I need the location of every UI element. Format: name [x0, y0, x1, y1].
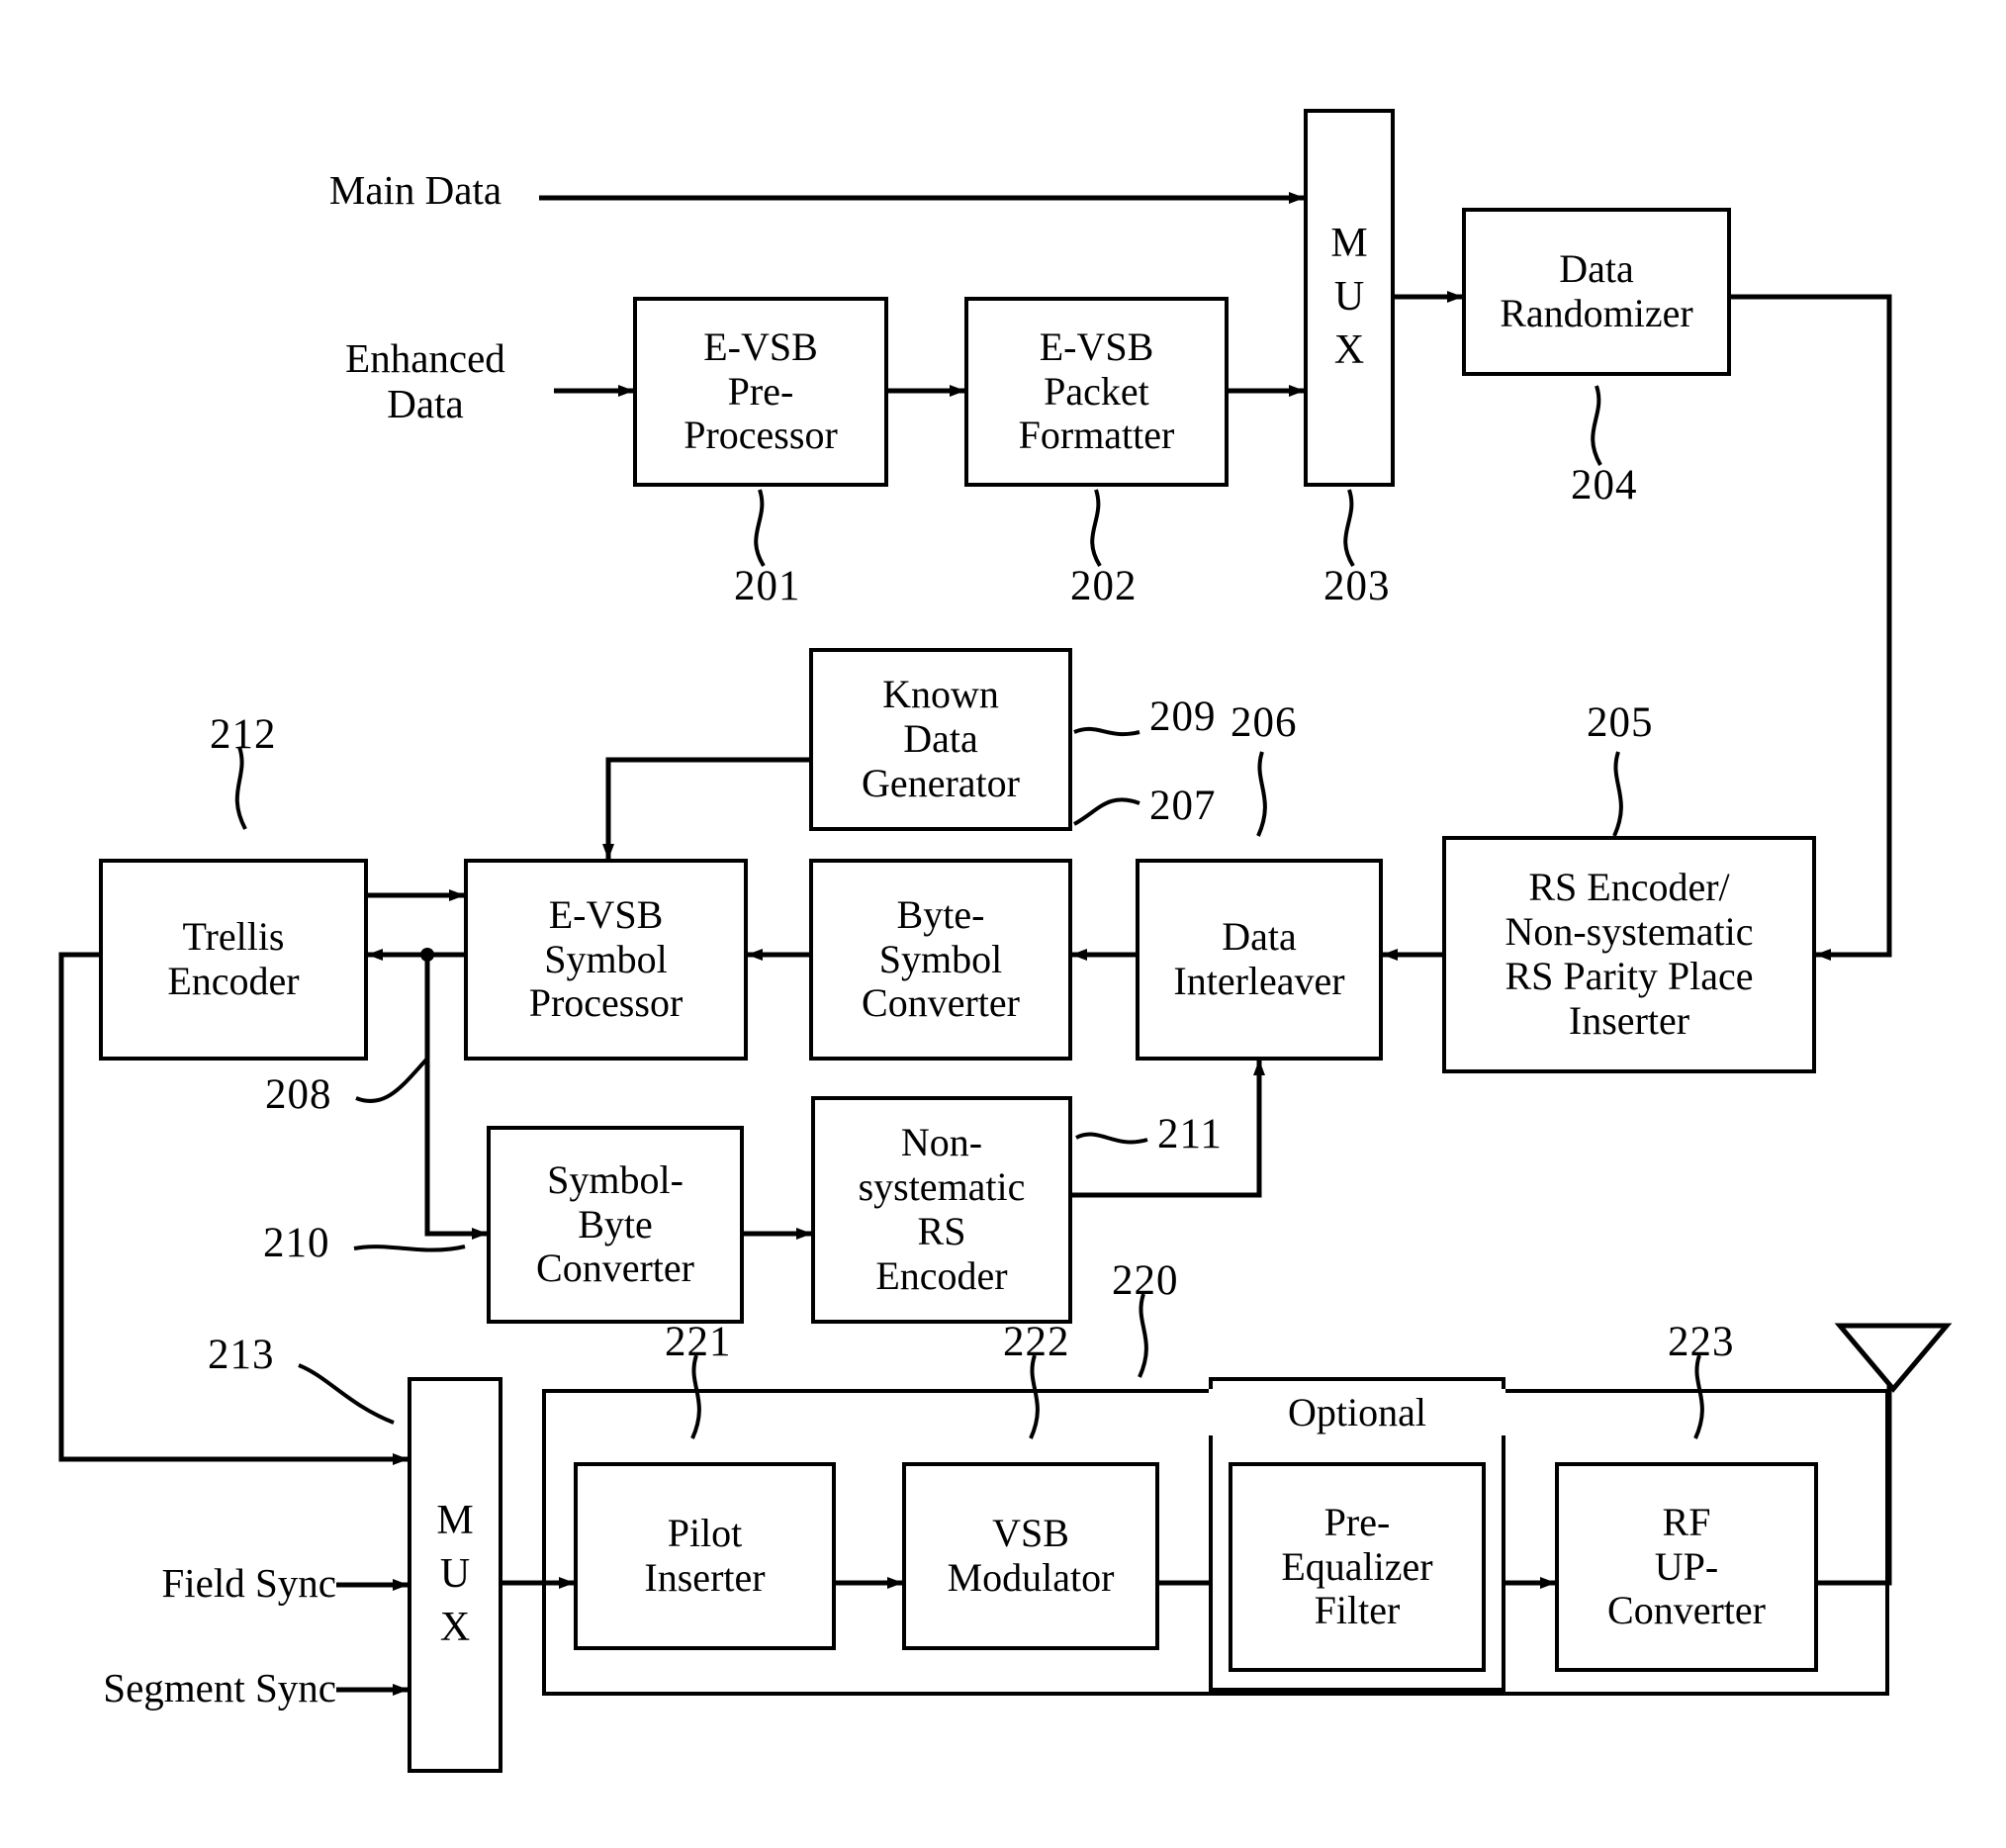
block-mux-top[interactable]: M U X	[1304, 109, 1395, 487]
ref-numeral-220: 220	[1112, 1257, 1179, 1304]
block-mux-bottom[interactable]: M U X	[408, 1377, 502, 1773]
leader-213	[298, 1363, 395, 1425]
ref-numeral-209: 209	[1149, 693, 1217, 740]
leader-212	[234, 746, 247, 830]
leader-205	[1612, 751, 1623, 837]
block-vsb-modulator[interactable]: VSB Modulator	[902, 1462, 1159, 1650]
ref-numeral-210: 210	[263, 1220, 330, 1266]
ref-numeral-223: 223	[1668, 1319, 1735, 1365]
leader-201	[754, 489, 766, 568]
block-pre-equalizer-filter[interactable]: Pre- Equalizer Filter	[1229, 1462, 1486, 1672]
block-rs-encoder-parity-inserter[interactable]: RS Encoder/ Non-systematic RS Parity Pla…	[1442, 836, 1816, 1073]
ref-numeral-206: 206	[1231, 699, 1298, 746]
leader-203	[1343, 489, 1355, 568]
block-byte-symbol-converter[interactable]: Byte- Symbol Converter	[809, 859, 1072, 1061]
ref-numeral-207: 207	[1149, 783, 1217, 829]
optional-label: Optional	[1209, 1389, 1505, 1435]
block-evsb-pre-processor[interactable]: E-VSB Pre- Processor	[633, 297, 888, 487]
ref-numeral-222: 222	[1003, 1319, 1070, 1365]
block-symbol-byte-converter[interactable]: Symbol- Byte Converter	[487, 1126, 744, 1324]
input-label-enhanced-data: Enhanced Data	[345, 335, 505, 426]
leader-209	[1073, 726, 1140, 737]
ref-numeral-204: 204	[1571, 462, 1638, 508]
block-evsb-packet-formatter[interactable]: E-VSB Packet Formatter	[964, 297, 1229, 487]
block-evsb-symbol-processor[interactable]: E-VSB Symbol Processor	[464, 859, 748, 1061]
ref-numeral-205: 205	[1587, 699, 1654, 746]
input-label-field-sync: Field Sync	[161, 1560, 336, 1606]
wire-knowndata-to-symbolprocessor	[602, 757, 809, 860]
block-non-systematic-rs-encoder[interactable]: Non- systematic RS Encoder	[811, 1096, 1072, 1324]
ref-numeral-208: 208	[265, 1071, 332, 1118]
ref-numeral-221: 221	[665, 1319, 732, 1365]
leader-206	[1256, 751, 1267, 837]
leader-208	[355, 1057, 429, 1103]
leader-207	[1073, 797, 1140, 826]
leader-202	[1090, 489, 1102, 568]
leader-210	[353, 1245, 466, 1252]
block-diagram-canvas: Main Data Enhanced Data Field Sync Segme…	[0, 0, 2006, 1848]
block-pilot-inserter[interactable]: Pilot Inserter	[574, 1462, 836, 1650]
ref-numeral-202: 202	[1070, 563, 1138, 609]
antenna-icon	[1834, 1323, 1953, 1393]
block-trellis-encoder[interactable]: Trellis Encoder	[99, 859, 368, 1061]
leader-204	[1591, 385, 1602, 466]
block-rf-up-converter[interactable]: RF UP- Converter	[1555, 1462, 1818, 1672]
block-data-interleaver[interactable]: Data Interleaver	[1136, 859, 1383, 1061]
junction-dot	[420, 948, 434, 962]
ref-numeral-203: 203	[1323, 563, 1391, 609]
block-data-randomizer[interactable]: Data Randomizer	[1462, 208, 1731, 376]
block-known-data-generator[interactable]: Known Data Generator	[809, 648, 1072, 831]
ref-numeral-211: 211	[1157, 1111, 1223, 1157]
leader-220	[1138, 1293, 1148, 1378]
ref-numeral-213: 213	[208, 1332, 275, 1378]
ref-numeral-201: 201	[734, 563, 801, 609]
input-label-main-data: Main Data	[328, 167, 502, 213]
input-label-segment-sync: Segment Sync	[103, 1665, 336, 1710]
leader-211	[1075, 1132, 1148, 1145]
ref-numeral-212: 212	[210, 711, 277, 758]
